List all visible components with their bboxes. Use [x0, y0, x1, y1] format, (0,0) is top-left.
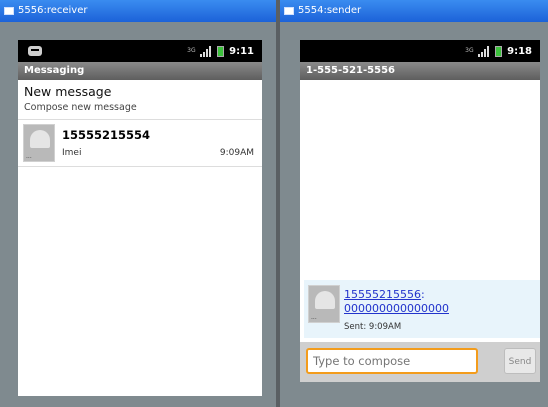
compose-bar: Send	[300, 342, 540, 382]
receiver-titlebar[interactable]: 5556:receiver	[0, 0, 276, 22]
contact-avatar: ...	[308, 285, 340, 323]
android-avatar-icon	[315, 291, 335, 309]
status-time: 9:18	[507, 45, 532, 57]
notification-icon	[28, 46, 42, 56]
sender-number-link[interactable]: 15555215556	[344, 288, 421, 301]
status-bar: 3G 9:11	[18, 40, 262, 62]
battery-icon	[217, 45, 225, 57]
conversation-list: New message Compose new message ... 1555…	[18, 80, 262, 396]
new-message-item[interactable]: New message Compose new message	[18, 80, 262, 120]
receiver-device-screen: 3G 9:11 Messaging New message Compose ne…	[18, 40, 262, 396]
message-body-link[interactable]: 000000000000000	[344, 302, 449, 315]
message-separator: :	[420, 288, 425, 301]
conversation-item[interactable]: ... 15555215554 Imei 9:09AM	[18, 120, 262, 167]
new-message-subtitle: Compose new message	[24, 102, 137, 113]
conversation-name: 15555215554	[62, 128, 151, 142]
network-3g-icon: 3G	[465, 47, 474, 54]
window-icon	[284, 7, 294, 15]
new-message-title: New message	[24, 84, 112, 99]
message-text: 15555215556: 000000000000000	[344, 288, 514, 316]
thread-header: 1-555-521-5556	[300, 62, 540, 80]
sender-device-screen: 3G 9:18 1-555-521-5556 ... 15555215556: …	[300, 40, 540, 382]
android-avatar-icon	[30, 130, 50, 148]
status-time: 9:11	[229, 45, 254, 57]
signal-icon	[200, 45, 212, 57]
sender-window-title: 5554:sender	[298, 5, 362, 16]
message-thread: ... 15555215556: 000000000000000 Sent: 9…	[300, 80, 540, 382]
sender-titlebar[interactable]: 5554:sender	[280, 0, 548, 22]
conversation-snippet: Imei	[62, 148, 82, 158]
compose-input[interactable]	[306, 348, 478, 374]
message-bubble[interactable]: ... 15555215556: 000000000000000 Sent: 9…	[304, 280, 540, 338]
contact-avatar: ...	[23, 124, 55, 162]
status-bar: 3G 9:18	[300, 40, 540, 62]
receiver-window: 5556:receiver 3G 9:11 Messaging New mess…	[0, 0, 276, 407]
window-icon	[4, 7, 14, 15]
battery-icon	[495, 45, 503, 57]
receiver-window-title: 5556:receiver	[18, 5, 88, 16]
conversation-time: 9:09AM	[219, 148, 254, 158]
sender-window: 5554:sender 3G 9:18 1-555-521-5556 ... 1…	[280, 0, 548, 407]
network-3g-icon: 3G	[187, 47, 196, 54]
app-title: Messaging	[18, 62, 262, 80]
send-button[interactable]: Send	[504, 348, 536, 374]
signal-icon	[478, 45, 490, 57]
message-status: Sent: 9:09AM	[344, 322, 402, 332]
